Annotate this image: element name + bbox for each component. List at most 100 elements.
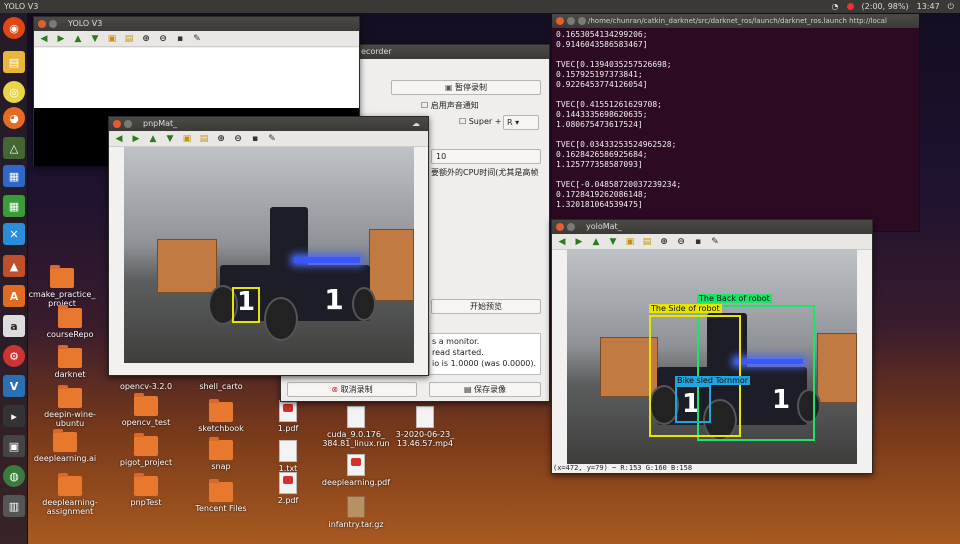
start-preview-button[interactable]: 开始预览 <box>431 299 541 314</box>
desktop-icon-deeplearning-pdf[interactable]: deeplearning.pdf <box>316 454 396 487</box>
minimize-icon[interactable] <box>567 223 575 231</box>
system-tray[interactable]: ◔ (2:00, 98%) 13:47 ⏻ <box>832 0 954 13</box>
zoom-region-icon[interactable]: ▤ <box>197 133 211 145</box>
checkbox-icon[interactable]: ☐ <box>459 117 469 126</box>
archive-file-icon <box>347 496 365 518</box>
properties-icon[interactable]: ✎ <box>190 33 204 45</box>
clock[interactable]: 13:47 <box>917 0 940 13</box>
desktop-icon-opencv-test[interactable]: opencv_test <box>106 393 186 427</box>
firefox-icon[interactable]: ◕ <box>3 107 25 129</box>
calc-icon[interactable]: ▦ <box>3 195 25 217</box>
zoom-region-icon[interactable]: ▤ <box>640 236 654 248</box>
save-icon[interactable]: ▪ <box>691 236 705 248</box>
terminal-line: 0.9146043586583467] <box>556 40 648 49</box>
vmware-icon[interactable]: V <box>3 375 25 397</box>
desktop-icon-pnptest[interactable]: pnpTest <box>106 473 186 507</box>
battery-text[interactable]: (2:00, 98%) <box>862 0 909 13</box>
desktop-icon-darknet[interactable]: darknet <box>30 345 110 379</box>
detection-label-back: The Back of robot <box>697 294 772 303</box>
window-titlebar[interactable]: pnpMat_ ☁ <box>109 117 428 131</box>
close-icon[interactable] <box>113 120 121 128</box>
desktop-icon-cmake[interactable]: cmake_practice_ project <box>22 265 102 308</box>
detection-label-side: The Side of robot <box>649 304 722 313</box>
desktop-icon-infantry[interactable]: infantry.tar.gz <box>316 496 396 529</box>
tool-icon[interactable]: △ <box>3 137 25 159</box>
zoom-region-icon[interactable]: ▤ <box>122 33 136 45</box>
zoom-out-icon[interactable]: ⊖ <box>231 133 245 145</box>
checkbox-icon[interactable]: ☐ <box>421 101 431 110</box>
desktop-icon-deeplearning-ai[interactable]: deeplearning.ai <box>25 429 105 463</box>
yolo-camera-image[interactable]: 1 1 The Back of robot The Side of robot … <box>567 249 857 464</box>
writer-icon[interactable]: ▦ <box>3 165 25 187</box>
cancel-recording-button[interactable]: ⊗ 取消录制 <box>287 382 417 397</box>
folder-icon <box>209 399 233 422</box>
desktop-icon-deeplearning-assignment[interactable]: deeplearning- assignment <box>30 473 110 516</box>
pan-down-icon[interactable]: ▼ <box>88 33 102 45</box>
terminal-icon[interactable]: ▸ <box>3 405 25 427</box>
globe-icon[interactable]: ◍ <box>3 465 25 487</box>
desktop-icon-mp4[interactable]: 3-2020-06-23_ 13.46.57.mp4 <box>385 406 465 448</box>
save-icon[interactable]: ▪ <box>248 133 262 145</box>
hotkey-option[interactable]: ☐ Super + <box>459 117 501 126</box>
window-titlebar[interactable]: /home/chunran/catkin_darknet/src/darknet… <box>552 14 919 28</box>
pan-left-icon[interactable]: ◀ <box>37 33 51 45</box>
minimize-icon[interactable] <box>124 120 132 128</box>
save-recording-button[interactable]: ▤ 保存录像 <box>429 382 541 397</box>
pan-right-icon[interactable]: ▶ <box>54 33 68 45</box>
zoom-out-icon[interactable]: ⊖ <box>156 33 170 45</box>
save-icon[interactable]: ▪ <box>173 33 187 45</box>
media-icon[interactable]: ▣ <box>3 435 25 457</box>
pan-down-icon[interactable]: ▼ <box>163 133 177 145</box>
record-indicator-icon[interactable] <box>846 3 854 10</box>
maximize-icon[interactable] <box>578 17 586 25</box>
amazon-icon[interactable]: a <box>3 315 25 337</box>
minimize-icon[interactable] <box>567 17 575 25</box>
ubuntu-logo-icon[interactable]: ◉ <box>3 17 25 39</box>
minimize-icon[interactable] <box>49 20 57 28</box>
hotkey-select[interactable]: R ▾ <box>503 115 539 130</box>
window-titlebar[interactable]: YOLO V3 <box>34 17 359 31</box>
pan-left-icon[interactable]: ◀ <box>112 133 126 145</box>
network-icon[interactable]: ◔ <box>832 0 839 13</box>
zoom-fit-icon[interactable]: ▣ <box>105 33 119 45</box>
desktop-icon-courserepo[interactable]: courseRepo <box>30 305 110 339</box>
pan-up-icon[interactable]: ▲ <box>71 33 85 45</box>
pan-left-icon[interactable]: ◀ <box>555 236 569 248</box>
image-canvas[interactable] <box>34 48 359 108</box>
power-icon[interactable]: ⏻ <box>948 0 954 13</box>
pan-down-icon[interactable]: ▼ <box>606 236 620 248</box>
close-icon[interactable] <box>38 20 46 28</box>
vscode-icon[interactable]: ✕ <box>3 223 25 245</box>
zoom-in-icon[interactable]: ⊕ <box>657 236 671 248</box>
close-icon[interactable] <box>556 17 564 25</box>
settings-icon[interactable]: ⚙ <box>3 345 25 367</box>
active-app-title: YOLO V3 <box>4 2 39 11</box>
zoom-in-icon[interactable]: ⊕ <box>214 133 228 145</box>
properties-icon[interactable]: ✎ <box>708 236 722 248</box>
zoom-out-icon[interactable]: ⊖ <box>674 236 688 248</box>
window-titlebar[interactable]: yoloMat_ <box>552 220 872 234</box>
properties-icon[interactable]: ✎ <box>265 133 279 145</box>
pan-up-icon[interactable]: ▲ <box>146 133 160 145</box>
trash-icon[interactable]: ▥ <box>3 495 25 517</box>
zoom-fit-icon[interactable]: ▣ <box>623 236 637 248</box>
terminal-line: 0.1653054134299206; <box>556 30 648 39</box>
desktop-icon-pigot[interactable]: pigot_project <box>106 433 186 467</box>
pause-recording-button[interactable]: ▣ 暂停录制 <box>391 80 541 95</box>
chrome-icon[interactable]: ◎ <box>3 81 25 103</box>
pan-up-icon[interactable]: ▲ <box>589 236 603 248</box>
files-icon[interactable]: ▤ <box>3 51 25 73</box>
terminal-output[interactable]: 0.1653054134299206; 0.9146043586583467] T… <box>552 28 919 212</box>
audio-notify-option[interactable]: ☐ 启用声音通知 <box>421 100 479 111</box>
pnp-camera-image[interactable]: 1 1 <box>124 147 414 363</box>
desktop-icon-cuda[interactable]: cuda_9.0.176_ 384.81_linux.run <box>316 406 396 448</box>
folder-icon <box>134 433 158 456</box>
fps-input[interactable]: 10 <box>431 149 541 164</box>
zoom-in-icon[interactable]: ⊕ <box>139 33 153 45</box>
file-icon <box>347 406 365 428</box>
close-icon[interactable] <box>556 223 564 231</box>
pan-right-icon[interactable]: ▶ <box>572 236 586 248</box>
desktop-icon-deepin-wine[interactable]: deepin-wine- ubuntu <box>30 385 110 428</box>
pan-right-icon[interactable]: ▶ <box>129 133 143 145</box>
zoom-fit-icon[interactable]: ▣ <box>180 133 194 145</box>
